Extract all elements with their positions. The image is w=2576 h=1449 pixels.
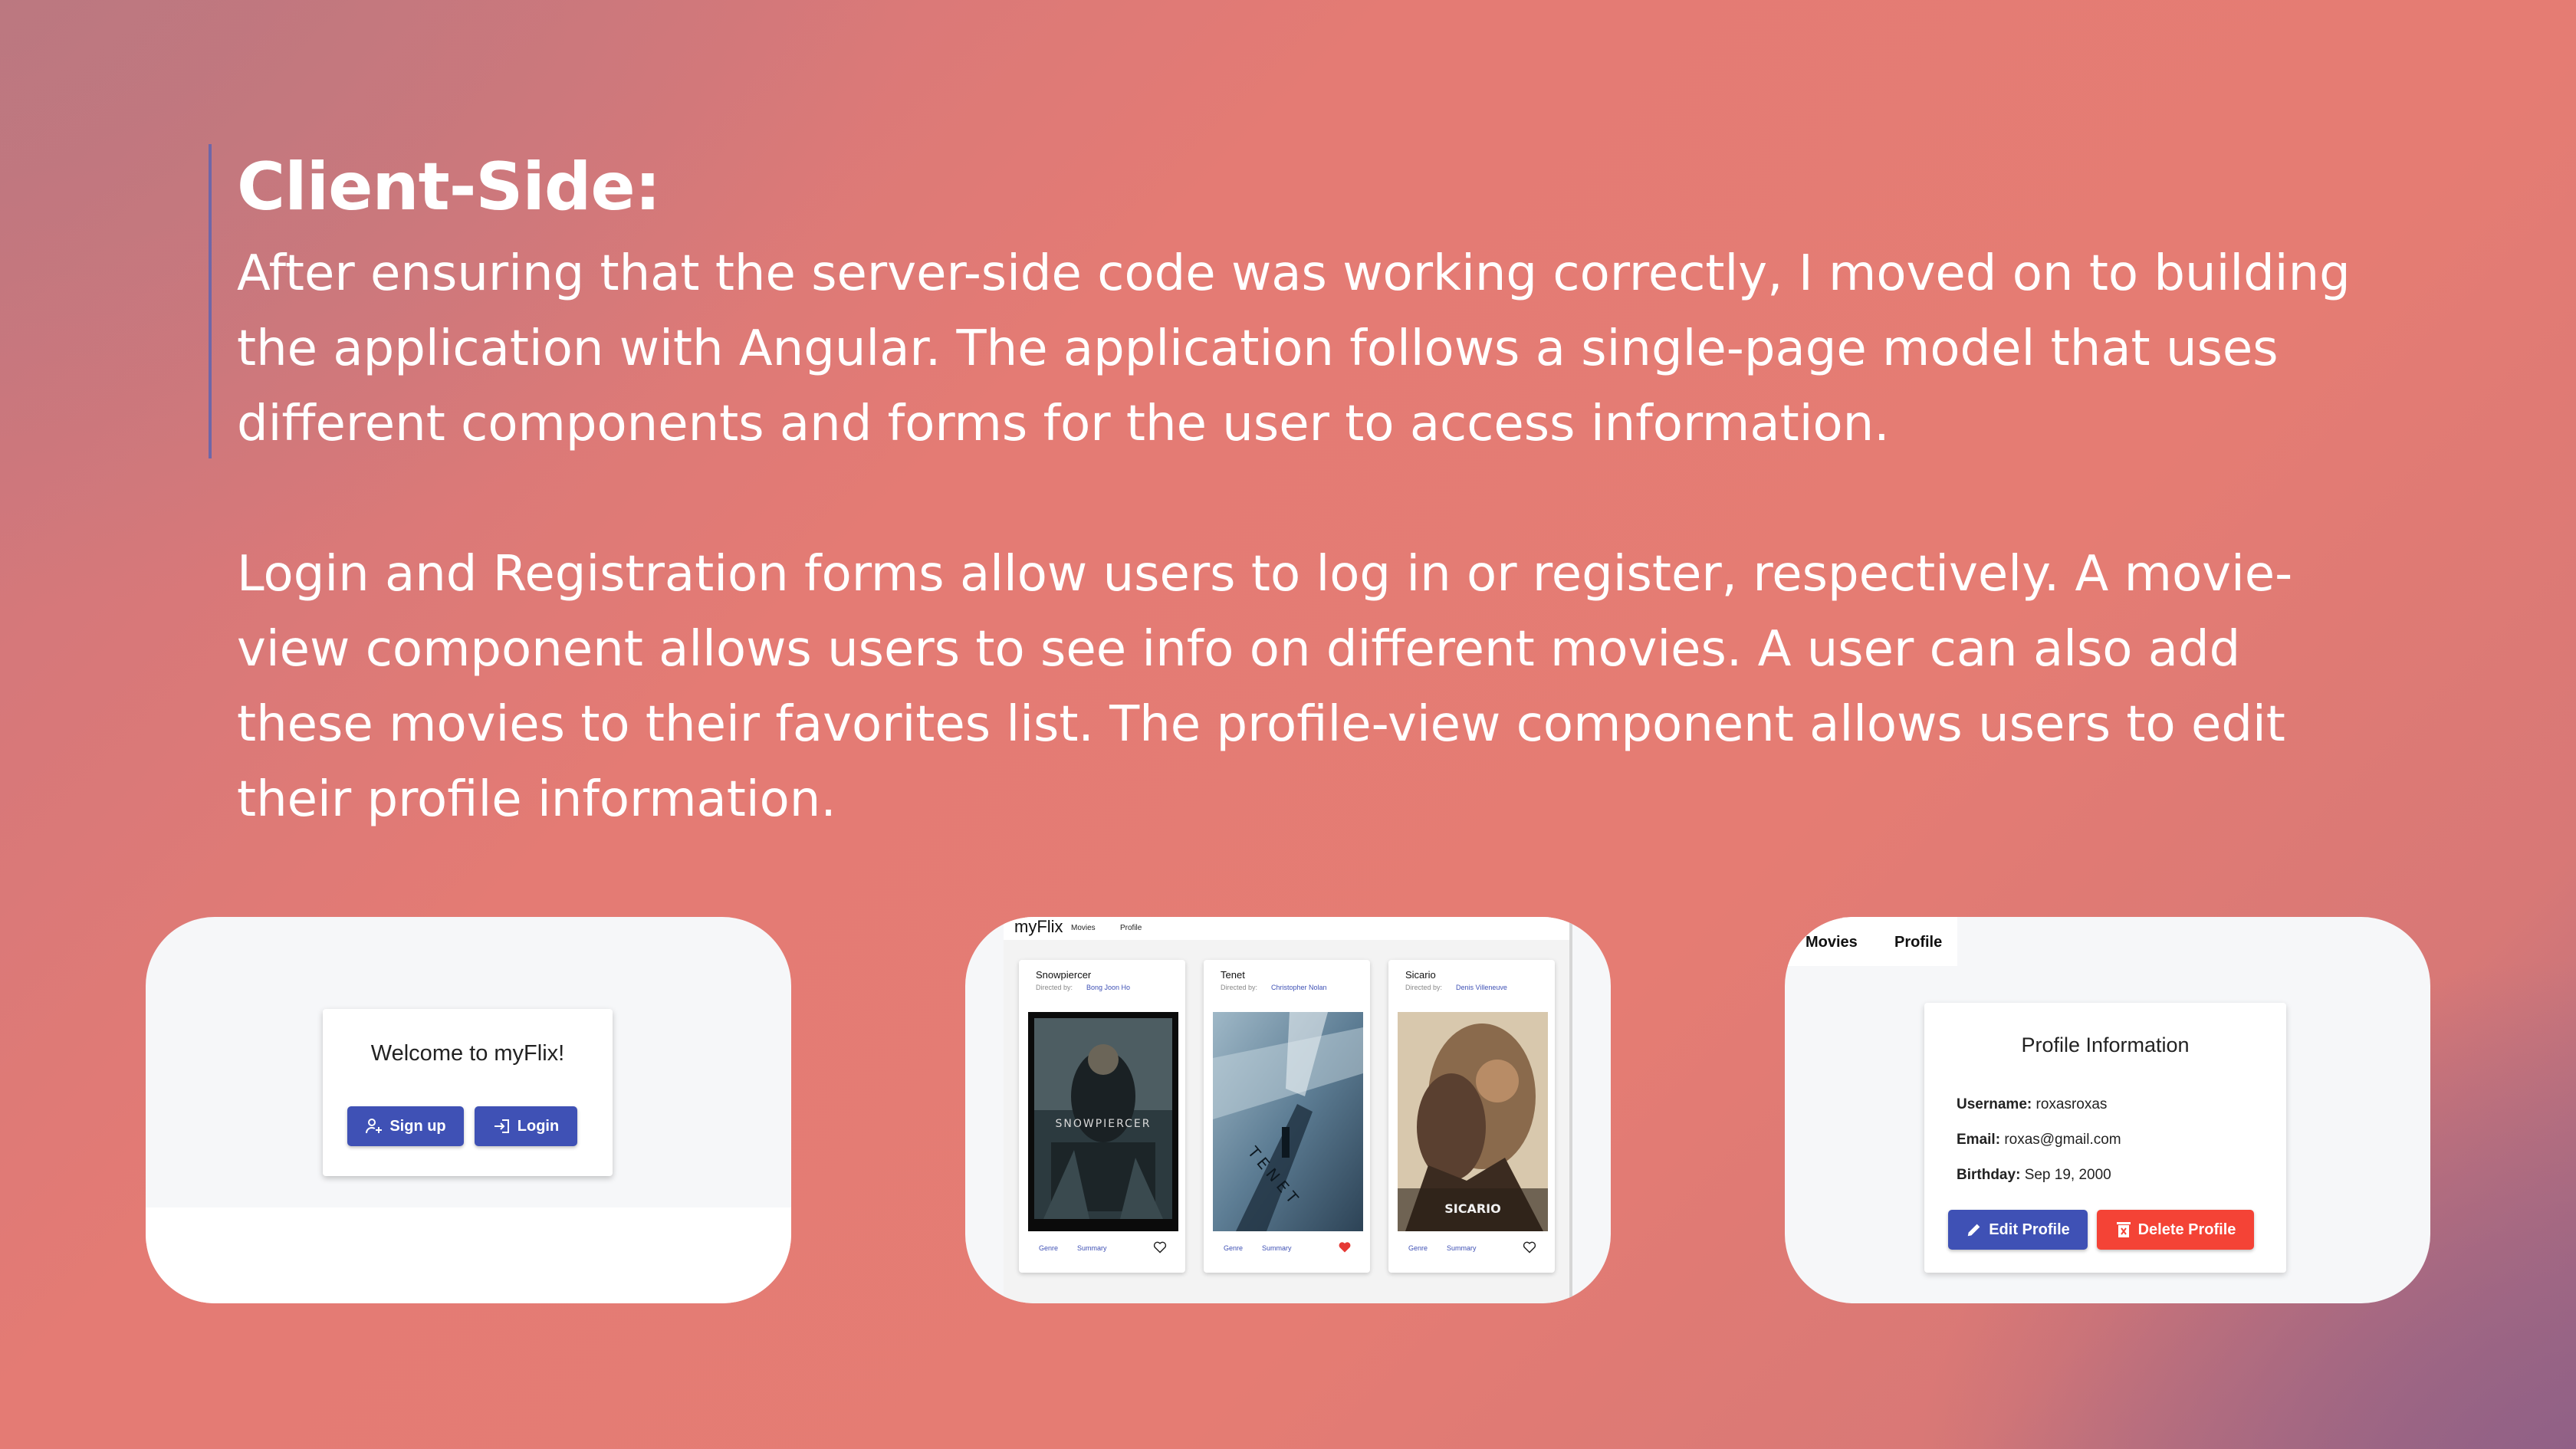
nav-movies[interactable]: Movies bbox=[1071, 924, 1096, 932]
edit-profile-label: Edit Profile bbox=[1989, 1221, 2070, 1238]
movie-card-tenet: Tenet Directed by: Christopher Nolan TEN… bbox=[1204, 960, 1370, 1273]
movie-title: Snowpiercer bbox=[1036, 969, 1092, 981]
movie-card-sicario: Sicario Directed by: Denis Villeneuve SI… bbox=[1388, 960, 1555, 1273]
signup-label: Sign up bbox=[389, 1117, 446, 1135]
nav-profile[interactable]: Profile bbox=[1120, 924, 1142, 932]
welcome-screenshot: Welcome to myFlix! Sign up Login bbox=[146, 917, 791, 1303]
movie-title: Tenet bbox=[1221, 969, 1245, 981]
tab-profile[interactable]: Profile bbox=[1894, 934, 1942, 951]
favorite-heart-outline-icon[interactable] bbox=[1153, 1241, 1167, 1254]
page-background bbox=[146, 1208, 791, 1303]
delete-profile-label: Delete Profile bbox=[2137, 1221, 2236, 1238]
section-heading: Client-Side: bbox=[237, 149, 661, 225]
movie-poster[interactable]: TENET bbox=[1213, 1012, 1363, 1231]
username-row: Username: roxasroxas bbox=[1957, 1096, 2107, 1113]
birthday-label: Birthday: bbox=[1957, 1167, 2021, 1183]
movies-app-frame: myFlix Movies Profile Snowpiercer Direct… bbox=[1004, 917, 1572, 1303]
movie-title: Sicario bbox=[1405, 969, 1436, 981]
username-value: roxasroxas bbox=[2036, 1096, 2108, 1112]
genre-button[interactable]: Genre bbox=[1408, 1244, 1428, 1252]
login-icon bbox=[494, 1119, 509, 1133]
favorite-heart-filled-icon[interactable] bbox=[1338, 1241, 1352, 1254]
welcome-card: Welcome to myFlix! Sign up Login bbox=[323, 1009, 613, 1176]
birthday-row: Birthday: Sep 19, 2000 bbox=[1957, 1167, 2111, 1184]
directed-by-label: Directed by: bbox=[1036, 984, 1073, 991]
profile-title: Profile Information bbox=[2021, 1033, 2190, 1056]
movie-card-snowpiercer: Snowpiercer Directed by: Bong Joon Ho SN… bbox=[1019, 960, 1185, 1273]
summary-button[interactable]: Summary bbox=[1077, 1244, 1107, 1252]
welcome-title: Welcome to myFlix! bbox=[370, 1041, 565, 1066]
delete-icon bbox=[2116, 1222, 2131, 1237]
person-add-icon bbox=[366, 1119, 383, 1134]
movie-poster[interactable]: SICARIO bbox=[1398, 1012, 1548, 1231]
email-row: Email: roxas@gmail.com bbox=[1957, 1132, 2121, 1148]
email-label: Email: bbox=[1957, 1132, 2001, 1148]
tab-movies[interactable]: Movies bbox=[1806, 934, 1858, 951]
director-name: Denis Villeneuve bbox=[1456, 984, 1507, 991]
directed-by-label: Directed by: bbox=[1221, 984, 1258, 991]
brand-logo: myFlix bbox=[1014, 917, 1063, 936]
birthday-value: Sep 19, 2000 bbox=[2024, 1167, 2111, 1183]
email-value: roxas@gmail.com bbox=[2004, 1132, 2121, 1148]
summary-button[interactable]: Summary bbox=[1262, 1244, 1292, 1252]
profile-card: Profile Information Username: roxasroxas… bbox=[1924, 1003, 2286, 1273]
genre-button[interactable]: Genre bbox=[1224, 1244, 1243, 1252]
directed-by-label: Directed by: bbox=[1405, 984, 1443, 991]
top-navbar: myFlix Movies Profile bbox=[1004, 917, 1569, 940]
accent-bar bbox=[209, 144, 212, 458]
login-button[interactable]: Login bbox=[475, 1106, 577, 1146]
favorite-heart-outline-icon[interactable] bbox=[1523, 1241, 1536, 1254]
profile-screenshot: Movies Profile Profile Information Usern… bbox=[1785, 917, 2430, 1303]
movie-poster[interactable]: SNOWPIERCER bbox=[1028, 1012, 1178, 1231]
components-paragraph: Login and Registration forms allow users… bbox=[237, 546, 2293, 828]
signup-button[interactable]: Sign up bbox=[347, 1106, 464, 1146]
edit-profile-button[interactable]: Edit Profile bbox=[1948, 1210, 2088, 1250]
movies-screenshot: myFlix Movies Profile Snowpiercer Direct… bbox=[965, 917, 1611, 1303]
poster-title: SICARIO bbox=[1444, 1201, 1500, 1216]
director-name: Bong Joon Ho bbox=[1086, 984, 1131, 991]
username-label: Username: bbox=[1957, 1096, 2032, 1112]
profile-tabstrip: Movies Profile bbox=[1785, 917, 1957, 966]
genre-button[interactable]: Genre bbox=[1039, 1244, 1058, 1252]
summary-button[interactable]: Summary bbox=[1447, 1244, 1477, 1252]
poster-title: SNOWPIERCER bbox=[1055, 1118, 1151, 1130]
pencil-icon bbox=[1967, 1224, 1980, 1237]
director-name: Christopher Nolan bbox=[1271, 984, 1327, 991]
login-label: Login bbox=[517, 1117, 560, 1135]
delete-profile-button[interactable]: Delete Profile bbox=[2097, 1210, 2254, 1250]
intro-paragraph: After ensuring that the server-side code… bbox=[237, 245, 2351, 452]
